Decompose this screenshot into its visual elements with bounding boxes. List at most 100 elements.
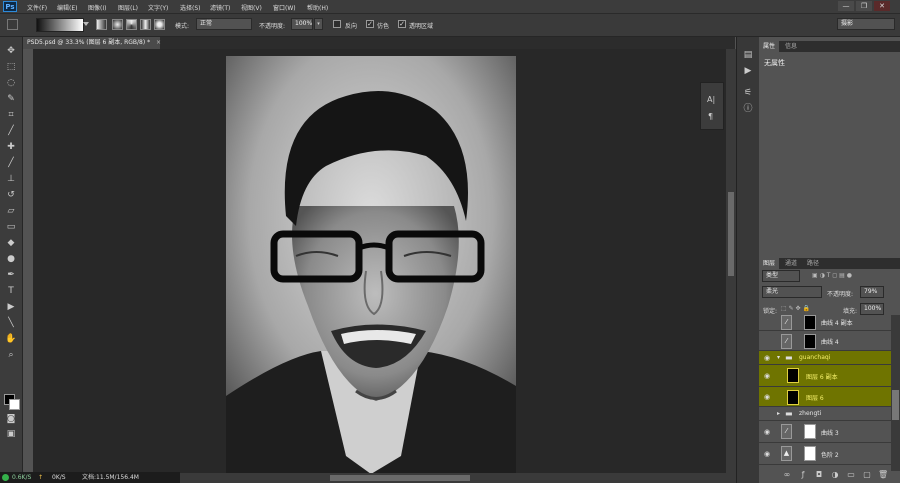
tab-layers[interactable]: 图层 [759, 258, 780, 269]
add-mask-icon[interactable]: ◘ [814, 470, 824, 480]
vertical-scroll-thumb[interactable] [728, 192, 734, 276]
eraser-tool-icon[interactable]: ▱ [4, 205, 18, 217]
layer-filter-icons[interactable]: ▣ ◑ T ◻ ▤ ● [812, 271, 872, 281]
group-collapse-arrow-icon[interactable]: ▸ [777, 410, 780, 417]
layer-row[interactable]: ▸ ▬ zhengti [759, 407, 891, 421]
tab-info[interactable]: 信息 [781, 41, 801, 52]
eyedropper-tool-icon[interactable]: ╱ [4, 125, 18, 137]
menu-window[interactable]: 窗口(W) [273, 3, 296, 12]
menu-type[interactable]: 文字(Y) [148, 3, 168, 12]
document-tab[interactable]: PSD5.psd @ 33.3% (图层 6 副本, RGB/8) * × [23, 37, 161, 49]
layer-row[interactable]: ◉ ▾ ▬ guanchaqi [759, 351, 891, 365]
document-tab-close-icon[interactable]: × [156, 39, 161, 46]
menu-filter[interactable]: 滤镜(T) [210, 3, 230, 12]
workspace-select[interactable]: 摄影 [837, 18, 895, 30]
brush-tool-icon[interactable]: ╱ [4, 157, 18, 169]
mode-select[interactable]: 正常 [196, 18, 252, 30]
close-window-button[interactable]: ✕ [874, 1, 890, 11]
layer-style-icon[interactable]: ƒ [798, 470, 808, 480]
menu-file[interactable]: 文件(F) [27, 3, 47, 12]
diamond-gradient-icon[interactable] [154, 19, 165, 30]
reverse-checkbox[interactable] [333, 20, 341, 28]
blur-tool-icon[interactable]: ◆ [4, 237, 18, 249]
line-tool-icon[interactable]: ╲ [4, 317, 18, 329]
delete-layer-icon[interactable]: 🗑 [878, 470, 888, 480]
layer-mask-thumbnail[interactable] [804, 315, 816, 330]
menu-help[interactable]: 帮助(H) [307, 3, 328, 12]
marquee-tool-icon[interactable]: ⬚ [4, 61, 18, 73]
layer-row[interactable]: ◉ 图层 6 副本 [759, 365, 891, 387]
crop-tool-icon[interactable]: ⌗ [4, 109, 18, 121]
healing-brush-tool-icon[interactable]: ✚ [4, 141, 18, 153]
layer-thumbnail[interactable] [787, 390, 799, 405]
horizontal-scroll-thumb[interactable] [330, 475, 470, 481]
link-layers-icon[interactable]: ∞ [782, 470, 792, 480]
move-tool-icon[interactable]: ✥ [4, 45, 18, 57]
layers-scroll-thumb[interactable] [892, 390, 899, 420]
type-tool-icon[interactable]: T [4, 285, 18, 297]
opacity-dropdown-icon[interactable]: ▾ [314, 18, 323, 30]
minimize-button[interactable]: — [838, 1, 854, 11]
radial-gradient-icon[interactable] [112, 19, 123, 30]
menu-layer[interactable]: 图层(L) [118, 3, 138, 12]
menu-image[interactable]: 图像(I) [88, 3, 106, 12]
adjustment-layer-icon[interactable]: ◑ [830, 470, 840, 480]
new-group-icon[interactable]: ▭ [846, 470, 856, 480]
dither-checkbox[interactable]: ✓ [366, 20, 374, 28]
layer-row[interactable]: ⁄ 曲线 4 [759, 331, 891, 351]
menu-edit[interactable]: 编辑(E) [57, 3, 77, 12]
visibility-eye-icon[interactable] [764, 338, 772, 344]
visibility-eye-icon[interactable] [764, 411, 772, 417]
visibility-eye-icon[interactable]: ◉ [764, 451, 772, 458]
hand-tool-icon[interactable]: ✋ [4, 333, 18, 345]
menu-select[interactable]: 选择(S) [180, 3, 201, 12]
history-panel-icon[interactable]: ▤ [741, 49, 755, 61]
layer-mask-thumbnail[interactable] [804, 334, 816, 349]
zoom-tool-icon[interactable]: ⌕ [4, 349, 18, 361]
document-image[interactable] [226, 56, 516, 474]
adjustments-panel-icon[interactable]: ⚟ [741, 87, 755, 99]
gradient-dropdown-icon[interactable] [83, 22, 89, 26]
character-panel-icon[interactable]: A| [707, 95, 715, 104]
layer-row[interactable]: ◉ ▲ 色阶 2 [759, 443, 891, 465]
reflected-gradient-icon[interactable] [140, 19, 151, 30]
history-brush-tool-icon[interactable]: ↺ [4, 189, 18, 201]
gradient-tool-icon[interactable] [7, 19, 18, 30]
visibility-eye-icon[interactable]: ◉ [764, 355, 772, 362]
visibility-eye-icon[interactable]: ◉ [764, 429, 772, 436]
lasso-tool-icon[interactable]: ◌ [4, 77, 18, 89]
layer-filter-select[interactable]: 类型 [762, 270, 800, 282]
layer-thumbnail[interactable] [787, 368, 799, 383]
pen-tool-icon[interactable]: ✒ [4, 269, 18, 281]
layer-row[interactable]: ◉ 图层 6 [759, 387, 891, 407]
visibility-eye-icon[interactable]: ◉ [764, 373, 772, 380]
tab-properties[interactable]: 属性 [759, 41, 780, 52]
new-layer-icon[interactable]: ▢ [862, 470, 872, 480]
layer-row[interactable]: ⁄ 曲线 4 副本 [759, 312, 891, 331]
visibility-eye-icon[interactable]: ◉ [764, 394, 772, 401]
quick-select-tool-icon[interactable]: ✎ [4, 93, 18, 105]
tab-paths[interactable]: 路径 [803, 258, 823, 269]
layer-row[interactable]: ◉ ⁄ 曲线 3 [759, 421, 891, 443]
tab-channels[interactable]: 通道 [781, 258, 801, 269]
quick-mask-icon[interactable]: ◙ [4, 413, 18, 425]
visibility-eye-icon[interactable] [764, 319, 772, 325]
paragraph-panel-icon[interactable]: ¶ [708, 112, 713, 121]
menu-view[interactable]: 视图(V) [241, 3, 262, 12]
blend-mode-select[interactable]: 柔光 [762, 286, 822, 298]
opacity-input[interactable]: 100% [291, 18, 313, 30]
layer-mask-thumbnail[interactable] [804, 424, 816, 439]
restore-button[interactable]: ❐ [856, 1, 872, 11]
background-color-swatch[interactable] [9, 399, 20, 410]
gradient-tool-icon[interactable]: ▭ [4, 221, 18, 233]
group-expand-arrow-icon[interactable]: ▾ [777, 354, 780, 361]
clone-stamp-tool-icon[interactable]: ⊥ [4, 173, 18, 185]
actions-panel-icon[interactable]: ▶ [741, 65, 755, 77]
path-selection-tool-icon[interactable]: ▶ [4, 301, 18, 313]
screen-mode-icon[interactable]: ▣ [4, 428, 18, 440]
dodge-tool-icon[interactable]: ● [4, 253, 18, 265]
layer-mask-thumbnail[interactable] [804, 446, 816, 461]
transparency-checkbox[interactable]: ✓ [398, 20, 406, 28]
angle-gradient-icon[interactable] [126, 19, 137, 30]
info-panel-icon[interactable]: ⓘ [741, 103, 755, 115]
